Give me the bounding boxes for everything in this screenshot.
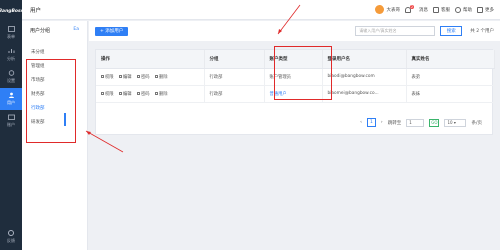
toolbar: + 添加用户 请输入用户/真实姓名 搜索 共 2 个用户 [89, 21, 500, 41]
cell-real-name: 表妹 [406, 85, 495, 103]
nav-item-label: 设置 [7, 78, 15, 83]
edit-icon [118, 91, 122, 95]
messages-button[interactable]: 2 消息 [404, 4, 428, 13]
help-button[interactable]: 帮助 [455, 6, 472, 13]
password-button[interactable]: 密码 [136, 74, 150, 80]
feedback-icon [8, 230, 14, 236]
goto-label: 跳转至 [387, 120, 402, 126]
help-icon [455, 6, 461, 13]
cell-group: 行政部 [204, 68, 265, 86]
nav-item-analysis[interactable]: 分析 [0, 44, 22, 66]
annotation-box-groups [26, 59, 76, 143]
trash-icon [154, 74, 158, 78]
settings-icon [8, 70, 14, 76]
form-icon [7, 26, 15, 32]
app-logo: BangBoss [0, 8, 24, 14]
next-page-button[interactable]: › [381, 120, 383, 125]
nav-item-label: 用户 [7, 100, 15, 105]
more-button[interactable]: 更多 [477, 6, 494, 13]
grid-icon [477, 6, 483, 13]
pagination: ‹ 1 › 跳转至 1 GO 10 ▾ 条/页 [360, 118, 482, 127]
help-label: 帮助 [463, 7, 472, 13]
user-count: 共 2 个用户 [470, 29, 494, 34]
permission-icon [101, 91, 104, 95]
user-menu[interactable]: 大表哥 [375, 5, 400, 14]
per-page-label: 条/页 [471, 120, 482, 126]
nav-item-account[interactable]: 账户 [0, 110, 22, 132]
group-item[interactable]: 未分组 [22, 45, 87, 59]
nav-item-label: 表单 [7, 34, 15, 39]
user-icon [8, 92, 14, 98]
permission-button[interactable]: 权限 [101, 91, 114, 97]
page-size-select[interactable]: 10 ▾ [444, 118, 467, 127]
avatar [375, 5, 385, 14]
groups-title: 用户分组 [30, 28, 51, 34]
lock-icon [136, 74, 140, 78]
edit-groups-button[interactable]: Ea [73, 27, 79, 34]
go-button[interactable]: GO [429, 118, 440, 127]
user-name: 大表哥 [386, 7, 400, 13]
messages-label: 消息 [419, 7, 428, 13]
cell-login-name: biaodi@bangbow.com [322, 68, 407, 86]
permission-icon [101, 74, 104, 78]
top-header: 用户 大表哥 2 消息 客服 帮助 更多 [22, 0, 500, 20]
nav-item-users[interactable]: 用户 [0, 88, 22, 110]
lock-icon [136, 91, 140, 95]
search-input[interactable]: 请输入用户/真实姓名 [355, 26, 436, 36]
feedback-link[interactable]: 反馈 [0, 230, 22, 244]
nav-item-label: 分析 [7, 56, 15, 61]
left-nav: BangBoss 表单 分析 设置 用户 账户 反馈 [0, 0, 24, 250]
search-button[interactable]: 搜索 [440, 26, 463, 36]
nav-item-form[interactable]: 表单 [0, 22, 22, 44]
add-user-button[interactable]: + 添加用户 [95, 26, 129, 36]
chart-icon [8, 49, 14, 53]
cell-real-name: 表弟 [406, 68, 495, 86]
page-title: 用户 [30, 7, 42, 14]
service-button[interactable]: 客服 [433, 6, 450, 13]
cell-login-name: biaomei@bangbow.co... [322, 85, 407, 103]
row-actions: 权限 编辑 密码 删除 [96, 85, 205, 103]
column-header: 登录用户名 [322, 50, 407, 69]
account-icon [7, 114, 15, 120]
prev-page-button[interactable]: ‹ [360, 120, 362, 125]
message-badge: 2 [409, 4, 414, 9]
cell-group: 行政部 [204, 85, 265, 103]
column-header: 分组 [204, 50, 265, 69]
trash-icon [154, 91, 158, 95]
delete-button[interactable]: 删除 [154, 74, 168, 80]
row-actions: 权限 编辑 密码 删除 [96, 68, 205, 86]
service-label: 客服 [441, 7, 450, 13]
edit-icon [118, 74, 122, 78]
edit-button[interactable]: 编辑 [118, 74, 132, 80]
more-label: 更多 [485, 7, 494, 13]
nav-item-settings[interactable]: 设置 [0, 66, 22, 88]
goto-page-input[interactable]: 1 [406, 118, 425, 127]
annotation-box-account-type [274, 46, 332, 100]
password-button[interactable]: 密码 [136, 91, 150, 97]
delete-button[interactable]: 删除 [154, 91, 168, 97]
page-number[interactable]: 1 [366, 118, 376, 127]
permission-button[interactable]: 权限 [101, 74, 114, 80]
nav-item-label: 账户 [7, 122, 15, 127]
column-header: 操作 [96, 50, 205, 69]
headset-icon [433, 6, 439, 13]
edit-button[interactable]: 编辑 [118, 91, 132, 97]
column-header: 真实姓名 [406, 50, 495, 69]
